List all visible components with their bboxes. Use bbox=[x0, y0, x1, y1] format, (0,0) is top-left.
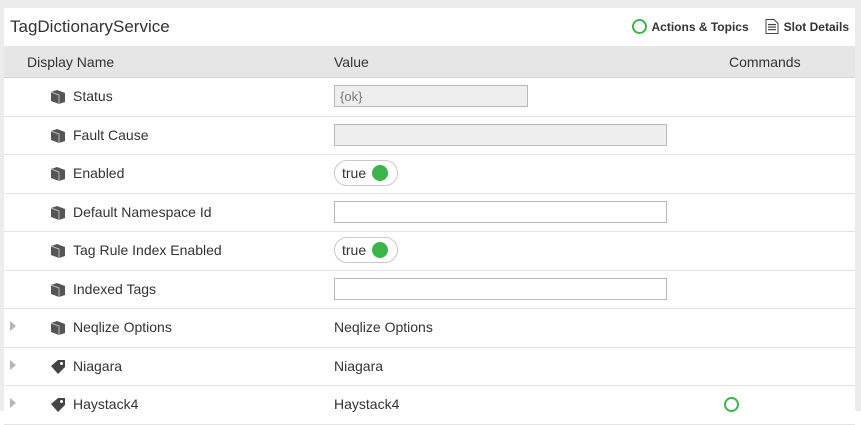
table-row[interactable]: Haystack4 Haystack4 bbox=[4, 386, 855, 425]
page-title: TagDictionaryService bbox=[10, 17, 170, 36]
row-label: Fault Cause bbox=[73, 126, 149, 143]
expand-arrow-icon[interactable] bbox=[10, 398, 16, 408]
column-header: Display Name Value Commands bbox=[4, 46, 855, 78]
slot-icon bbox=[50, 321, 65, 335]
property-rows: Status {ok} Fault Cause Enabled true Def… bbox=[4, 78, 855, 425]
table-row[interactable]: Default Namespace Id bbox=[4, 194, 855, 232]
actions-topics-label: Actions & Topics bbox=[651, 19, 749, 34]
window-frame: TagDictionaryService Actions & Topics Sl… bbox=[0, 0, 861, 425]
slot-icon bbox=[50, 167, 65, 181]
document-icon bbox=[765, 19, 779, 34]
slot-icon bbox=[50, 282, 65, 297]
row-label: Niagara bbox=[73, 357, 123, 374]
property-sheet: TagDictionaryService Actions & Topics Sl… bbox=[4, 8, 855, 425]
header-actions: Actions & Topics Slot Details bbox=[631, 19, 849, 34]
command-circle-icon[interactable] bbox=[724, 397, 739, 412]
toggle-value: true bbox=[342, 242, 367, 258]
fault-cause-field bbox=[334, 123, 667, 146]
tag-icon bbox=[51, 359, 65, 374]
column-display-name[interactable]: Display Name bbox=[27, 54, 114, 70]
expand-arrow-icon[interactable] bbox=[10, 359, 16, 370]
row-label: Indexed Tags bbox=[73, 280, 157, 297]
toggle-value: true bbox=[342, 165, 367, 181]
circle-icon bbox=[631, 19, 647, 34]
actions-topics-button[interactable]: Actions & Topics bbox=[631, 19, 749, 34]
slot-icon bbox=[50, 205, 65, 220]
slot-details-label: Slot Details bbox=[783, 19, 849, 34]
row-label: Enabled bbox=[73, 165, 125, 181]
table-row[interactable]: Neqlize Options Neqlize Options bbox=[4, 309, 855, 348]
row-value: Neqlize Options bbox=[334, 319, 433, 335]
tag-rule-index-toggle[interactable]: true bbox=[334, 237, 398, 263]
table-row[interactable]: Fault Cause bbox=[4, 117, 855, 155]
row-label: Status bbox=[73, 88, 113, 104]
column-commands[interactable]: Commands bbox=[729, 54, 801, 70]
row-label: Haystack4 bbox=[73, 396, 139, 412]
expand-arrow-icon[interactable] bbox=[10, 321, 16, 331]
row-label: Default Namespace Id bbox=[73, 203, 212, 220]
enabled-toggle[interactable]: true bbox=[334, 160, 398, 186]
row-value: Niagara bbox=[334, 357, 384, 374]
table-row[interactable]: Enabled true bbox=[4, 155, 855, 194]
tag-icon bbox=[51, 398, 65, 412]
column-value[interactable]: Value bbox=[334, 54, 369, 70]
status-dot-icon bbox=[372, 165, 389, 181]
slot-icon bbox=[50, 128, 65, 143]
slot-icon bbox=[50, 244, 65, 258]
table-row[interactable]: Indexed Tags bbox=[4, 271, 855, 309]
indexed-tags-input[interactable] bbox=[334, 277, 667, 300]
table-row[interactable]: Tag Rule Index Enabled true bbox=[4, 232, 855, 271]
status-dot-icon bbox=[372, 242, 389, 258]
header-bar: TagDictionaryService Actions & Topics Sl… bbox=[4, 8, 855, 47]
slot-icon bbox=[50, 90, 65, 104]
table-row[interactable]: Status {ok} bbox=[4, 78, 855, 117]
row-value: Haystack4 bbox=[334, 396, 400, 412]
default-namespace-input[interactable] bbox=[334, 200, 667, 223]
status-field: {ok} bbox=[334, 85, 528, 107]
row-label: Neqlize Options bbox=[73, 319, 172, 335]
slot-details-button[interactable]: Slot Details bbox=[755, 19, 849, 34]
table-row[interactable]: Niagara Niagara bbox=[4, 348, 855, 386]
row-label: Tag Rule Index Enabled bbox=[73, 242, 222, 258]
